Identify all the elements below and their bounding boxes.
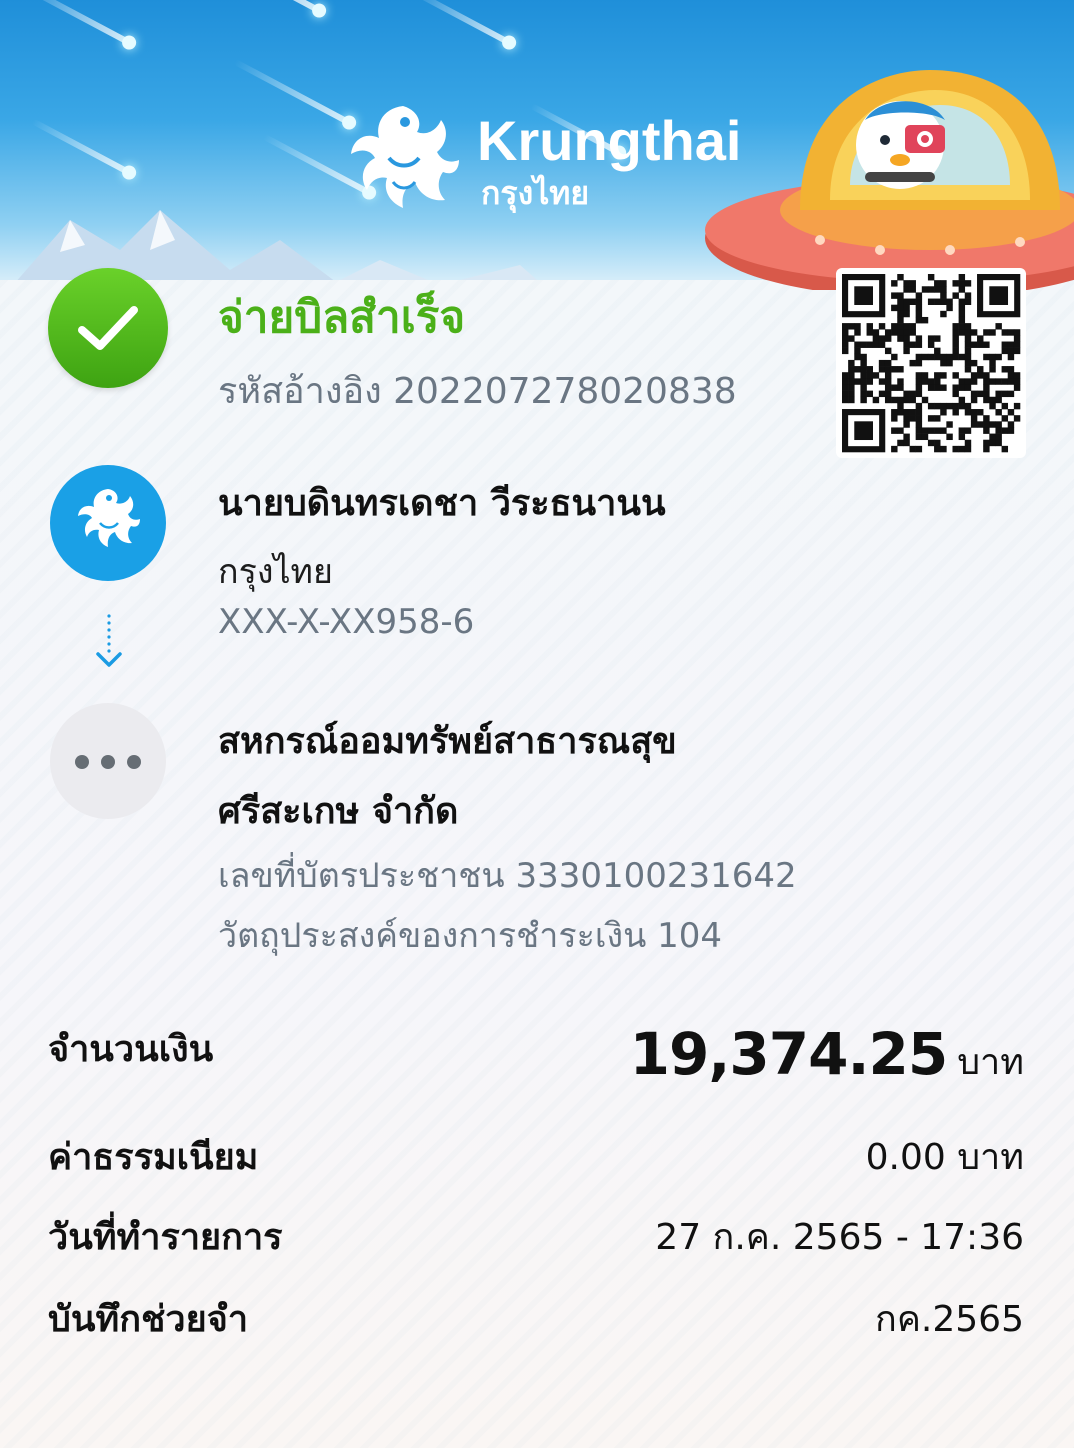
sender-bank: กรุงไทย [218,552,333,592]
receiver-id-value: 3330100231642 [515,856,797,896]
krungthai-garuda-icon [78,489,140,547]
receiver-name-line2: ศรีสะเกษ จำกัด [218,791,459,832]
qr-code [836,268,1026,458]
transaction-date-value: 27 ก.ค. 2565 - 17:36 [655,1217,1024,1258]
reference-number: 202207278020838 [393,371,737,412]
reference-label: รหัสอ้างอิง [218,371,382,412]
fee-value: 0.00 บาท [865,1137,1024,1178]
sender-name: นายบดินทรเดชา วีระธนานน [218,483,666,524]
receiver-name-line1: สหกรณ์ออมทรัพย์สาธารณสุข [218,721,677,762]
garuda-icon [351,106,459,208]
memo-label: บันทึกช่วยจำ [48,1299,249,1340]
amount-value: 19,374.25 [629,1020,949,1088]
memo-value: กค.2565 [875,1299,1024,1340]
amount-label: จำนวนเงิน [48,1029,214,1070]
payment-purpose-label: วัตถุประสงค์ของการชำระเงิน [218,916,647,956]
arrow-down-icon [96,614,122,667]
sender-bank-logo [50,465,166,581]
status-title: จ่ายบิลสำเร็จ [218,292,466,343]
receiver-id-line: เลขที่บัตรประชาชน 3330100231642 [218,848,797,902]
check-icon [78,306,138,350]
fee-label: ค่าธรรมเนียม [48,1137,259,1178]
payment-purpose-value: 104 [657,916,723,956]
receiver-id-label: เลขที่บัตรประชาชน [218,856,505,896]
success-check-badge [48,268,168,388]
ufo-mascot-illustration [705,70,1074,290]
payment-purpose-line: วัตถุประสงค์ของการชำระเงิน 104 [218,908,722,962]
krungthai-logo: Krungthai กรุงไทย [345,98,745,218]
amount-row-value: 19,374.25 บาท [630,1020,1024,1090]
qr-code-pattern [842,274,1021,453]
amount-unit: บาท [957,1042,1024,1083]
sender-account: XXX-X-XX958-6 [218,602,475,642]
reference-line: รหัสอ้างอิง 202207278020838 [218,362,737,419]
receiver-avatar [50,703,166,819]
transaction-date-label: วันที่ทำรายการ [48,1217,283,1258]
brand-name-thai: กรุงไทย [481,174,590,212]
